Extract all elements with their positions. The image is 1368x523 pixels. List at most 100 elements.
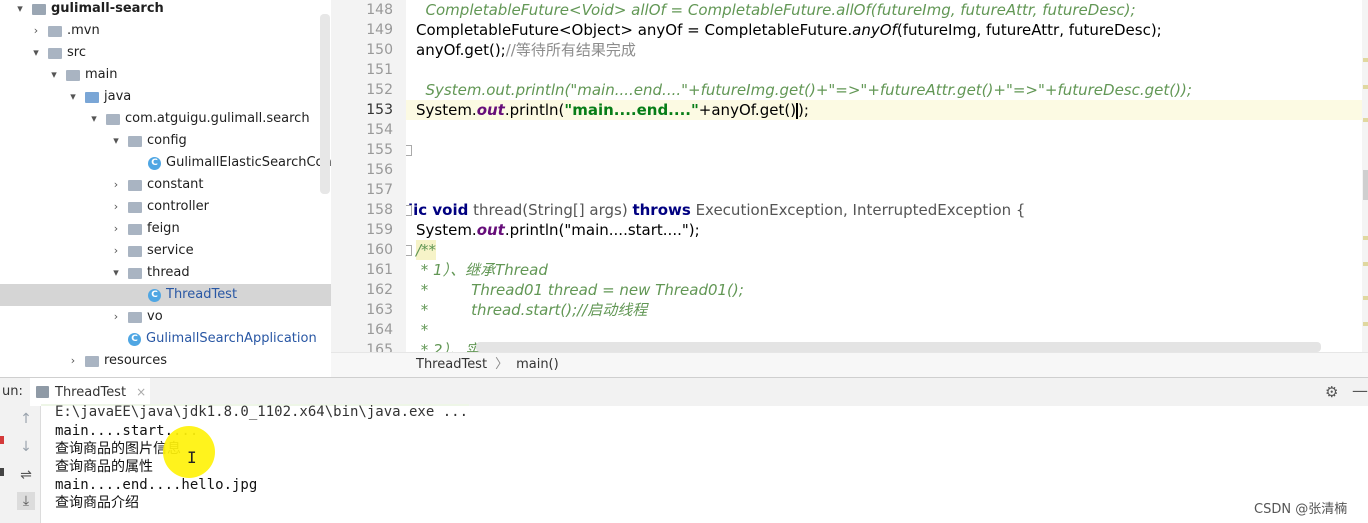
console-line: 查询商品介绍 — [55, 495, 139, 511]
tree-item-label: vo — [147, 309, 163, 324]
code-line-159: System.out.println("main....start...."); — [416, 221, 700, 239]
scroll-to-end-icon[interactable]: ⤓ — [17, 492, 35, 510]
tree-item-thread[interactable]: ▾ thread — [0, 262, 190, 284]
class-icon: C — [128, 332, 141, 346]
line-number: 162 — [366, 282, 393, 298]
line-number: 156 — [366, 162, 393, 178]
package-icon — [128, 179, 142, 191]
chevron-down-icon[interactable]: ▾ — [88, 108, 100, 130]
scroll-marker — [1363, 58, 1368, 62]
arrow-down-icon[interactable]: ↓ — [17, 438, 35, 456]
package-icon — [128, 223, 142, 235]
tree-item-src[interactable]: ▾ src — [0, 42, 86, 64]
line-number: 164 — [366, 322, 393, 338]
class-icon: C — [148, 288, 161, 302]
tree-item-label: .mvn — [67, 23, 100, 38]
console-line: E:\javaEE\java\jdk1.8.0_1102.x64\bin\jav… — [55, 404, 469, 420]
gear-icon[interactable]: ⚙ — [1325, 383, 1338, 401]
line-number: 153 — [366, 102, 393, 118]
tree-item-label: com.atguigu.gulimall.search — [125, 111, 310, 126]
chevron-right-icon[interactable]: › — [67, 350, 79, 372]
line-number: 158 — [366, 202, 393, 218]
tree-item-label: controller — [147, 199, 210, 214]
line-number: 149 — [366, 22, 393, 38]
tree-item-label: ThreadTest — [166, 287, 238, 302]
package-icon — [128, 311, 142, 323]
console-line: main....end....hello.jpg — [55, 477, 258, 493]
chevron-right-icon[interactable]: › — [110, 306, 122, 328]
chevron-down-icon[interactable]: ▾ — [14, 0, 26, 20]
tree-item-main[interactable]: ▾ main — [0, 64, 117, 86]
fold-marker-icon[interactable] — [406, 145, 412, 156]
code-line-148: CompletableFuture<Void> allOf = Completa… — [416, 1, 1136, 19]
line-number: 157 — [366, 182, 393, 198]
tree-item-label: thread — [147, 265, 190, 280]
tree-item-label: GulimallElasticSearchConfi — [166, 155, 332, 170]
tree-item-label: resources — [104, 353, 168, 368]
editor-horizontal-scrollbar[interactable] — [476, 342, 1321, 352]
close-icon[interactable]: × — [136, 385, 146, 399]
line-number: 148 — [366, 2, 393, 18]
code-line-158: lic void thread(String[] args) throws Ex… — [408, 201, 1026, 219]
tree-item-com-atguigu-gulimall-search[interactable]: ▾ com.atguigu.gulimall.search — [0, 108, 310, 130]
tree-item-gulimall-search[interactable]: ▾ gulimall-search — [0, 0, 164, 20]
tree-item-gulimallelasticsearchconfi[interactable]: C GulimallElasticSearchConfi — [0, 152, 332, 174]
line-number: 155 — [366, 142, 393, 158]
side-marker — [0, 468, 4, 476]
breadcrumb-method[interactable]: main() — [516, 357, 559, 372]
tree-item-label: constant — [147, 177, 204, 192]
chevron-down-icon[interactable]: ▾ — [110, 130, 122, 152]
scroll-thumb[interactable] — [1363, 170, 1368, 200]
code-line-162: * Thread01 thread = new Thread01(); — [416, 281, 744, 299]
project-tree[interactable]: ▾ gulimall-search › .mvn ▾ src ▾ main ▾ java ▾ com.… — [0, 0, 332, 376]
chevron-down-icon[interactable]: ▾ — [30, 42, 42, 64]
arrow-up-icon[interactable]: ↑ — [17, 410, 35, 428]
tree-item-java[interactable]: ▾ java — [0, 86, 131, 108]
stop-indicator — [0, 436, 4, 444]
tree-item-controller[interactable]: › controller — [0, 196, 209, 218]
chevron-right-icon[interactable]: › — [110, 196, 122, 218]
package-icon — [128, 245, 142, 257]
package-icon — [128, 135, 142, 147]
chevron-right-icon[interactable]: › — [110, 218, 122, 240]
tree-item-feign[interactable]: › feign — [0, 218, 180, 240]
tree-item-config[interactable]: ▾ config — [0, 130, 187, 152]
folder-icon — [66, 69, 80, 81]
code-line-150: anyOf.get();//等待所有结果完成 — [416, 41, 636, 59]
run-config-icon — [36, 386, 49, 398]
package-icon — [128, 267, 142, 279]
tree-item--mvn[interactable]: › .mvn — [0, 20, 100, 42]
package-icon — [106, 113, 120, 125]
editor-gutter: 148 149 150 151 152 153 154 155 156 157 158 159 160 1… — [331, 0, 406, 358]
chevron-right-icon[interactable]: › — [30, 20, 42, 42]
chevron-down-icon[interactable]: ▾ — [67, 86, 79, 108]
tree-item-threadtest[interactable]: C ThreadTest — [0, 284, 331, 306]
soft-wrap-icon[interactable]: ⇌ — [17, 466, 35, 484]
tree-scrollbar[interactable] — [320, 14, 330, 194]
tree-item-gulimallsearchapplication[interactable]: C GulimallSearchApplication — [0, 328, 317, 350]
fold-marker-icon[interactable] — [406, 245, 412, 256]
class-icon: C — [148, 156, 161, 170]
console-output[interactable]: E:\javaEE\java\jdk1.8.0_1102.x64\bin\jav… — [41, 404, 1368, 523]
chevron-down-icon[interactable]: ▾ — [48, 64, 60, 86]
tree-item-label: feign — [147, 221, 180, 236]
tree-item-resources[interactable]: › resources — [0, 350, 167, 372]
folder-icon — [48, 25, 62, 37]
code-line-160: /** — [416, 240, 437, 260]
breadcrumb-class[interactable]: ThreadTest — [416, 357, 487, 372]
chevron-right-icon[interactable]: › — [110, 174, 122, 196]
fold-marker-icon[interactable] — [406, 205, 412, 216]
tree-item-vo[interactable]: › vo — [0, 306, 163, 328]
tree-item-label: gulimall-search — [51, 1, 164, 16]
tree-item-constant[interactable]: › constant — [0, 174, 204, 196]
code-line-163: * thread.start();//启动线程 — [416, 301, 648, 319]
minimize-icon[interactable]: — — [1352, 381, 1368, 400]
chevron-right-icon[interactable]: › — [110, 240, 122, 262]
line-number: 161 — [366, 262, 393, 278]
chevron-down-icon[interactable]: ▾ — [110, 262, 122, 284]
code-line-152: System.out.println("main....end...."+fut… — [416, 81, 1192, 99]
tree-item-service[interactable]: › service — [0, 240, 194, 262]
code-line-153: System.out.println("main....end...."+any… — [416, 101, 809, 119]
code-editor[interactable]: CompletableFuture<Void> allOf = Completa… — [406, 0, 1368, 352]
line-number: 152 — [366, 82, 393, 98]
